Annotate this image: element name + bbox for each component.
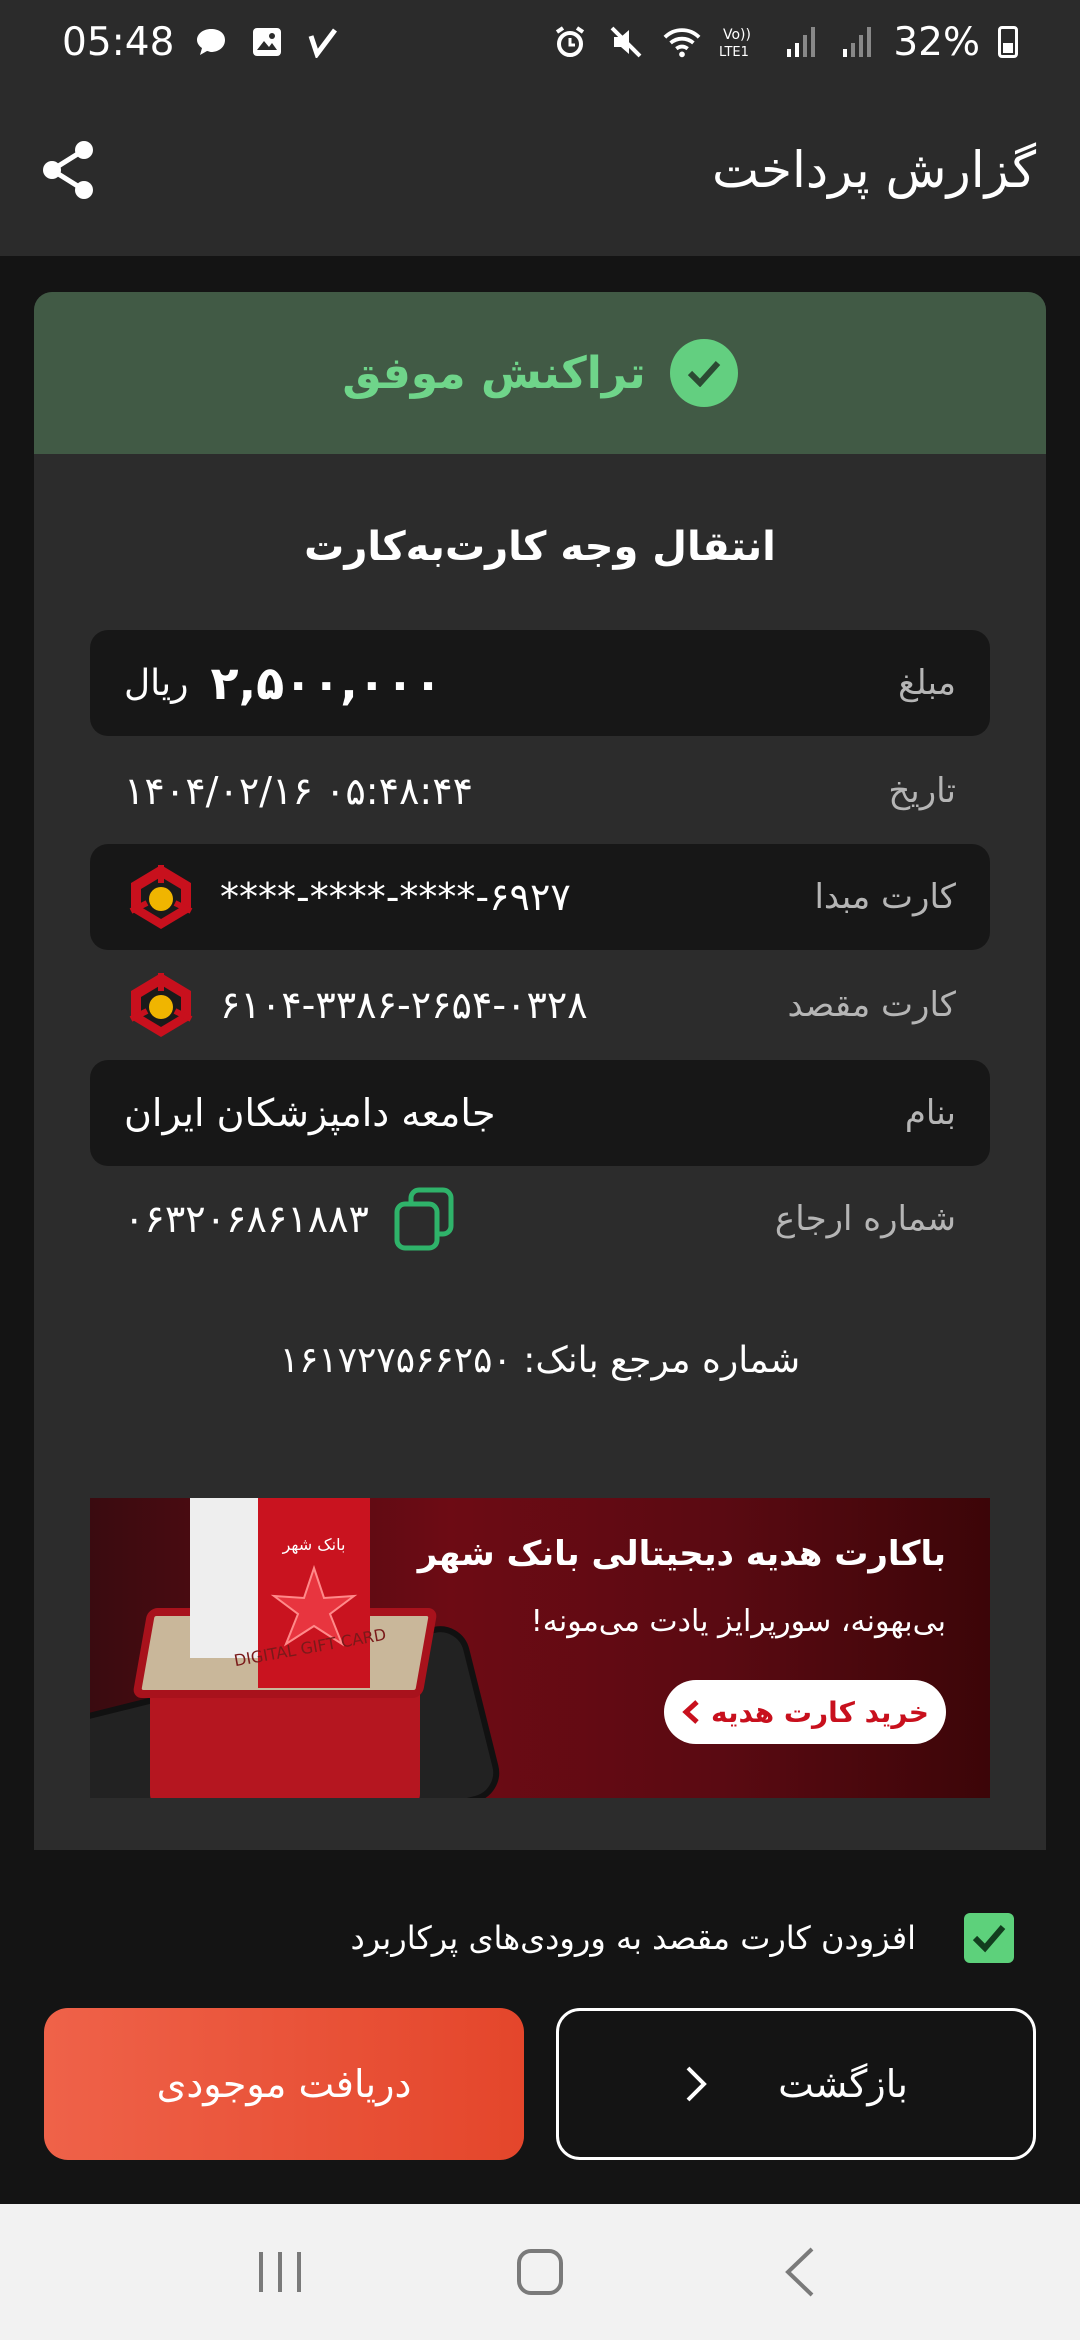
message-icon [192,23,230,61]
recent-apps-button[interactable] [240,2232,320,2312]
dest-card-label: کارت مقصد [787,985,956,1025]
buy-gift-card-label: خرید کارت هدیه [711,1695,929,1729]
date-label: تاریخ [888,771,956,811]
system-nav-bar [0,2204,1080,2340]
amount-value: ۲,۵۰۰,۰۰۰ [210,656,443,710]
share-icon [43,141,93,199]
name-row: بنام جامعه دامپزشکان ایران [90,1060,990,1166]
dest-card-row: کارت مقصد ۶۱۰۴-۳۳۸۶-۲۶۵۴-۰۳۲۸ [90,952,990,1058]
amount-value-group: ریال ۲,۵۰۰,۰۰۰ [124,656,442,710]
bank-shahr-logo-icon [124,968,198,1042]
app-bar: گزارش پرداخت [0,84,1080,256]
amount-row: مبلغ ریال ۲,۵۰۰,۰۰۰ [90,630,990,736]
source-card-value: ****-****-****-۶۹۲۷ [220,875,571,919]
favorite-label: افزودن کارت مقصد به ورودی‌های پرکاربرد [350,1919,916,1957]
battery-icon [998,26,1018,58]
get-balance-label: دریافت موجودی [156,2062,412,2106]
app-notification-icon [304,23,342,61]
check-icon [972,1925,1006,1953]
battery-percent: 32% [893,19,980,65]
signal-icon-1 [781,23,819,61]
svg-text:LTE1: LTE1 [719,45,749,60]
status-left: 05:48 [62,20,342,65]
get-balance-button[interactable]: دریافت موجودی [44,2008,524,2160]
back-label: بازگشت [778,2062,908,2106]
dest-card-value-group: ۶۱۰۴-۳۳۸۶-۲۶۵۴-۰۳۲۸ [124,968,588,1042]
recent-apps-icon [259,2252,301,2292]
source-card-label: کارت مبدا [814,877,956,917]
date-value: ۱۴۰۴/۰۲/۱۶ ۰۵:۴۸:۴۴ [124,769,474,813]
amount-unit: ریال [124,662,189,704]
ad-title: باکارت هدیه دیجیتالی بانک شهر [417,1534,946,1574]
date-row: تاریخ ۱۴۰۴/۰۲/۱۶ ۰۵:۴۸:۴۴ [90,738,990,844]
status-bar: 05:48 Vo)) LTE1 32% [0,0,1080,84]
ad-gift-ribbon [190,1498,260,1658]
wifi-icon [663,23,701,61]
home-button[interactable] [500,2232,580,2312]
back-button[interactable]: بازگشت [556,2008,1036,2160]
back-nav-icon [785,2247,814,2297]
transaction-type: انتقال وجه کارت‌به‌کارت [304,524,776,570]
lte-icon: Vo)) LTE1 [719,23,763,61]
gift-card-ad-banner[interactable]: بانک شهر DIGITAL GIFT CARD باکارت هدیه د… [90,1498,990,1798]
mute-icon [607,23,645,61]
copy-icon [394,1187,454,1251]
bank-shahr-logo-icon [124,860,198,934]
chevron-left-icon [682,1700,699,1724]
dest-card-value: ۶۱۰۴-۳۳۸۶-۲۶۵۴-۰۳۲۸ [220,983,588,1027]
status-time: 05:48 [62,19,175,65]
status-right: Vo)) LTE1 32% [551,20,1018,65]
back-nav-button[interactable] [760,2232,840,2312]
favorite-row: افزودن کارت مقصد به ورودی‌های پرکاربرد [0,1898,1080,1978]
check-circle-icon [669,339,738,407]
copy-button[interactable] [391,1186,457,1252]
page-title: گزارش پرداخت [711,141,1036,199]
ad-brand-text: بانک شهر [282,1535,346,1555]
amount-label: مبلغ [898,663,956,703]
signal-icon-2 [837,23,875,61]
bank-reference: شماره مرجع بانک: ۱۶۱۷۲۷۵۶۶۲۵۰ [279,1340,801,1381]
reference-label: شماره ارجاع [774,1199,956,1239]
name-label: بنام [904,1093,956,1133]
source-card-row: کارت مبدا ****-****-****-۶۹۲۷ [90,844,990,950]
alarm-icon [551,23,589,61]
source-card-value-group: ****-****-****-۶۹۲۷ [124,860,571,934]
svg-text:Vo)): Vo)) [723,27,751,43]
buy-gift-card-button[interactable]: خرید کارت هدیه [664,1680,946,1744]
share-button[interactable] [38,140,98,200]
success-banner: تراکنش موفق [34,292,1046,454]
status-text: تراکنش موفق [342,347,646,399]
reference-row: شماره ارجاع ۰۶۳۲۰۶۸۶۱۸۸۳ [90,1166,990,1272]
favorite-checkbox[interactable] [964,1913,1014,1963]
name-value: جامعه دامپزشکان ایران [124,1091,496,1135]
ad-subtitle: بی‌بهونه، سورپرایز یادت می‌مونه! [530,1604,946,1639]
reference-value-group: ۰۶۳۲۰۶۸۶۱۸۸۳ [124,1186,457,1252]
gallery-icon [248,23,286,61]
reference-value: ۰۶۳۲۰۶۸۶۱۸۸۳ [124,1197,369,1241]
chevron-right-icon [686,2066,707,2102]
home-icon [517,2249,563,2295]
receipt-card: تراکنش موفق انتقال وجه کارت‌به‌کارت مبلغ… [34,292,1046,1850]
